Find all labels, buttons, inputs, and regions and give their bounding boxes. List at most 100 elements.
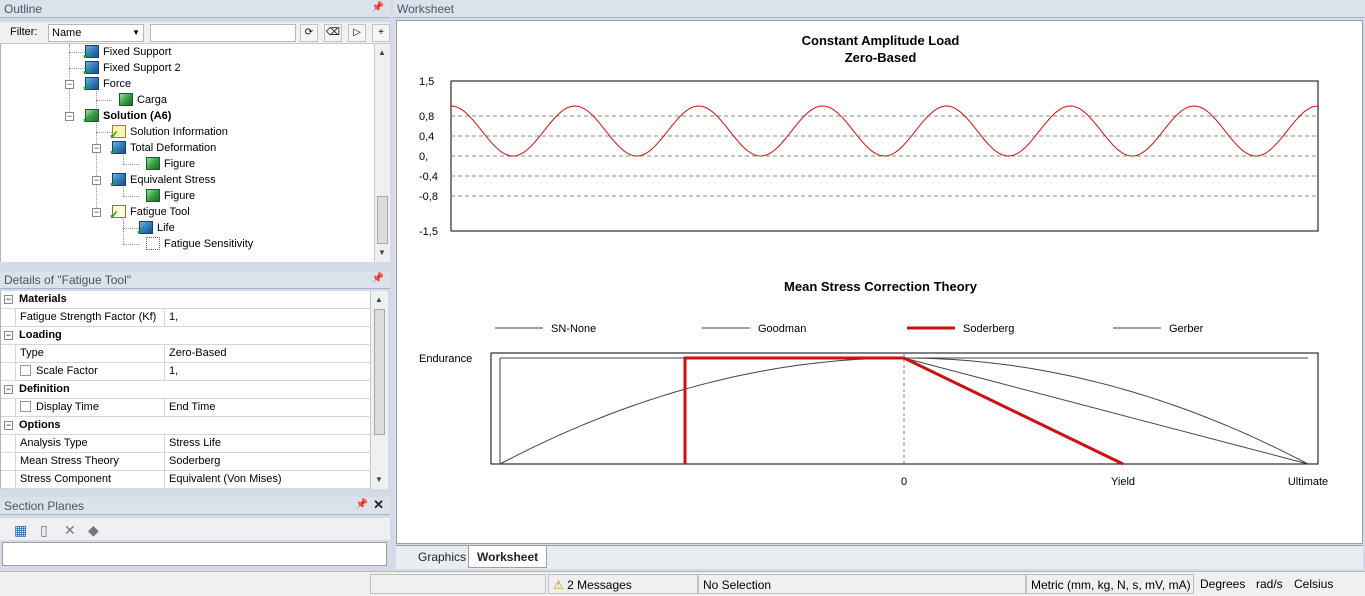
tree-item-fixed-support-2[interactable]: ✓ Fixed Support 2 bbox=[82, 60, 181, 78]
collapse-force-icon[interactable]: − bbox=[65, 80, 74, 89]
delete-icon[interactable]: ✕ bbox=[64, 522, 76, 539]
status-bar: ⚠ 2 Messages No Selection Metric (mm, kg… bbox=[0, 571, 1365, 596]
filter-dropdown[interactable]: Name ▼ bbox=[48, 24, 144, 42]
scroll-thumb[interactable] bbox=[374, 309, 385, 435]
tab-graphics[interactable]: Graphics bbox=[410, 546, 474, 568]
scroll-down-icon[interactable]: ▼ bbox=[375, 475, 383, 484]
prop-row-display-time[interactable]: Display Time End Time bbox=[1, 399, 370, 417]
prop-row-fatigue-strength-factor[interactable]: Fatigue Strength Factor (Kf) 1, bbox=[1, 309, 370, 327]
outline-title: Outline bbox=[4, 2, 43, 16]
outline-tree: − − − − − ✓ Fixed Support ✓ Fixed Suppor… bbox=[0, 44, 374, 262]
legend-label-sn-none: SN-None bbox=[551, 323, 596, 335]
details-scrollbar[interactable]: ▲ ▼ bbox=[370, 291, 388, 489]
collapse-equivalent-stress-icon[interactable]: − bbox=[92, 176, 101, 185]
copy-section-plane-icon[interactable]: ▯ bbox=[40, 522, 48, 539]
category-options[interactable]: − Options bbox=[1, 417, 370, 435]
outline-title-bar: Outline 📌 bbox=[0, 0, 390, 18]
worksheet-body: Constant Amplitude Load Zero-Based 1,5 0,… bbox=[396, 20, 1363, 544]
worksheet-title-bar: Worksheet bbox=[393, 0, 1365, 18]
tree-item-fatigue-sensitivity[interactable]: Fatigue Sensitivity bbox=[146, 236, 253, 252]
tree-item-equivalent-stress[interactable]: ✓ Equivalent Stress bbox=[109, 172, 216, 190]
clear-filter-icon[interactable]: ⌫ bbox=[324, 24, 342, 42]
scroll-up-icon[interactable]: ▲ bbox=[378, 48, 386, 57]
parameter-checkbox[interactable] bbox=[20, 365, 31, 376]
messages-indicator[interactable]: ⚠ 2 Messages bbox=[548, 574, 698, 594]
y-tick-label: 0,4 bbox=[419, 131, 434, 143]
parameter-checkbox[interactable] bbox=[20, 401, 31, 412]
selection-status: No Selection bbox=[698, 574, 1026, 594]
details-title: Details of "Fatigue Tool" bbox=[4, 273, 132, 287]
status-blank bbox=[370, 574, 546, 594]
collapse-icon[interactable]: − bbox=[4, 331, 13, 340]
x-tick-label: 0 bbox=[901, 476, 907, 488]
collapse-solution-icon[interactable]: − bbox=[65, 112, 74, 121]
temperature-unit[interactable]: Celsius bbox=[1290, 574, 1350, 594]
tree-item-life[interactable]: ✓ Life bbox=[136, 220, 175, 238]
unit-system[interactable]: Metric (mm, kg, N, s, mV, mA) bbox=[1026, 574, 1194, 594]
new-section-plane-icon[interactable]: ▦ bbox=[14, 522, 27, 539]
details-title-bar: Details of "Fatigue Tool" 📌 bbox=[0, 271, 390, 289]
category-materials[interactable]: − Materials bbox=[1, 291, 370, 309]
scroll-up-icon[interactable]: ▲ bbox=[375, 295, 383, 304]
refresh-filter-icon[interactable]: ⟳ bbox=[300, 24, 318, 42]
section-planes-toolbar: ▦ ▯ ✕ ◆ bbox=[0, 518, 390, 540]
worksheet-title: Worksheet bbox=[397, 2, 455, 16]
y-tick-label: -0,8 bbox=[419, 191, 438, 203]
prop-row-stress-component[interactable]: Stress Component Equivalent (Von Mises) bbox=[1, 471, 370, 489]
chevron-down-icon: ▼ bbox=[132, 28, 140, 37]
stress-chart: SN-None Goodman Soderberg Gerber Endurance 0 Y… bbox=[419, 323, 1328, 488]
section-planes-title-bar: Section Planes 📌 ✕ bbox=[0, 497, 390, 515]
pin-icon[interactable]: 📌 bbox=[372, 2, 384, 13]
section-planes-title: Section Planes bbox=[4, 499, 85, 513]
y-tick-label: 0, bbox=[419, 151, 428, 163]
outline-scrollbar[interactable]: ▲ ▼ bbox=[374, 44, 390, 262]
tree-item-carga[interactable]: Carga bbox=[119, 92, 167, 108]
category-definition[interactable]: − Definition bbox=[1, 381, 370, 399]
pin-icon[interactable]: 📌 bbox=[356, 499, 368, 510]
details-grid: − Materials Fatigue Strength Factor (Kf)… bbox=[0, 291, 370, 489]
scroll-thumb[interactable] bbox=[377, 196, 388, 244]
tree-item-total-deformation[interactable]: ✓ Total Deformation bbox=[109, 140, 216, 158]
tree-item-figure-2[interactable]: Figure bbox=[146, 188, 195, 204]
pin-icon[interactable]: 📌 bbox=[372, 273, 384, 284]
scroll-down-icon[interactable]: ▼ bbox=[378, 248, 386, 257]
filter-label: Filter: bbox=[10, 26, 38, 38]
collapse-icon[interactable]: − bbox=[4, 421, 13, 430]
angle-unit[interactable]: Degrees bbox=[1196, 574, 1248, 594]
prop-row-mean-stress-theory[interactable]: Mean Stress Theory Soderberg bbox=[1, 453, 370, 471]
message-icon: ⚠ bbox=[553, 578, 564, 592]
legend-label-gerber: Gerber bbox=[1169, 323, 1204, 335]
collapse-total-deformation-icon[interactable]: − bbox=[92, 144, 101, 153]
load-chart-title: Constant Amplitude Load bbox=[801, 33, 960, 48]
stress-chart-title: Mean Stress Correction Theory bbox=[784, 279, 977, 294]
prop-row-type[interactable]: Type Zero-Based bbox=[1, 345, 370, 363]
category-loading[interactable]: − Loading bbox=[1, 327, 370, 345]
tree-item-solution[interactable]: ✓ Solution (A6) bbox=[82, 108, 171, 126]
add-item-icon[interactable]: + bbox=[372, 24, 390, 42]
close-icon[interactable]: ✕ bbox=[373, 497, 384, 513]
tree-item-force[interactable]: ✓ Force bbox=[82, 76, 131, 94]
sensitivity-icon bbox=[146, 237, 160, 250]
filter-search-input[interactable] bbox=[150, 24, 296, 42]
rate-unit[interactable]: rad/s bbox=[1252, 574, 1290, 594]
x-tick-label: Ultimate bbox=[1288, 476, 1328, 488]
prop-row-analysis-type[interactable]: Analysis Type Stress Life bbox=[1, 435, 370, 453]
y-tick-label: -0,4 bbox=[419, 171, 438, 183]
tree-item-figure-1[interactable]: Figure bbox=[146, 156, 195, 172]
figure-icon bbox=[146, 157, 160, 170]
collapse-icon[interactable]: − bbox=[4, 385, 13, 394]
legend-label-soderberg: Soderberg bbox=[963, 323, 1014, 335]
tree-item-fatigue-tool[interactable]: ✓ Fatigue Tool bbox=[109, 204, 190, 222]
tree-item-fixed-support[interactable]: ✓ Fixed Support bbox=[82, 44, 171, 62]
prop-row-scale-factor[interactable]: Scale Factor 1, bbox=[1, 363, 370, 381]
y-tick-label: 0,8 bbox=[419, 111, 434, 123]
section-planes-list[interactable] bbox=[2, 542, 387, 566]
filter-dropdown-value: Name bbox=[52, 27, 82, 39]
collapse-fatigue-tool-icon[interactable]: − bbox=[92, 208, 101, 217]
tree-item-solution-information[interactable]: ✓ Solution Information bbox=[109, 124, 228, 142]
figure-icon bbox=[119, 93, 133, 106]
expand-tree-icon[interactable]: ▷ bbox=[348, 24, 366, 42]
collapse-icon[interactable]: − bbox=[4, 295, 13, 304]
tab-worksheet[interactable]: Worksheet bbox=[468, 546, 548, 568]
show-plane-icon[interactable]: ◆ bbox=[88, 522, 99, 539]
